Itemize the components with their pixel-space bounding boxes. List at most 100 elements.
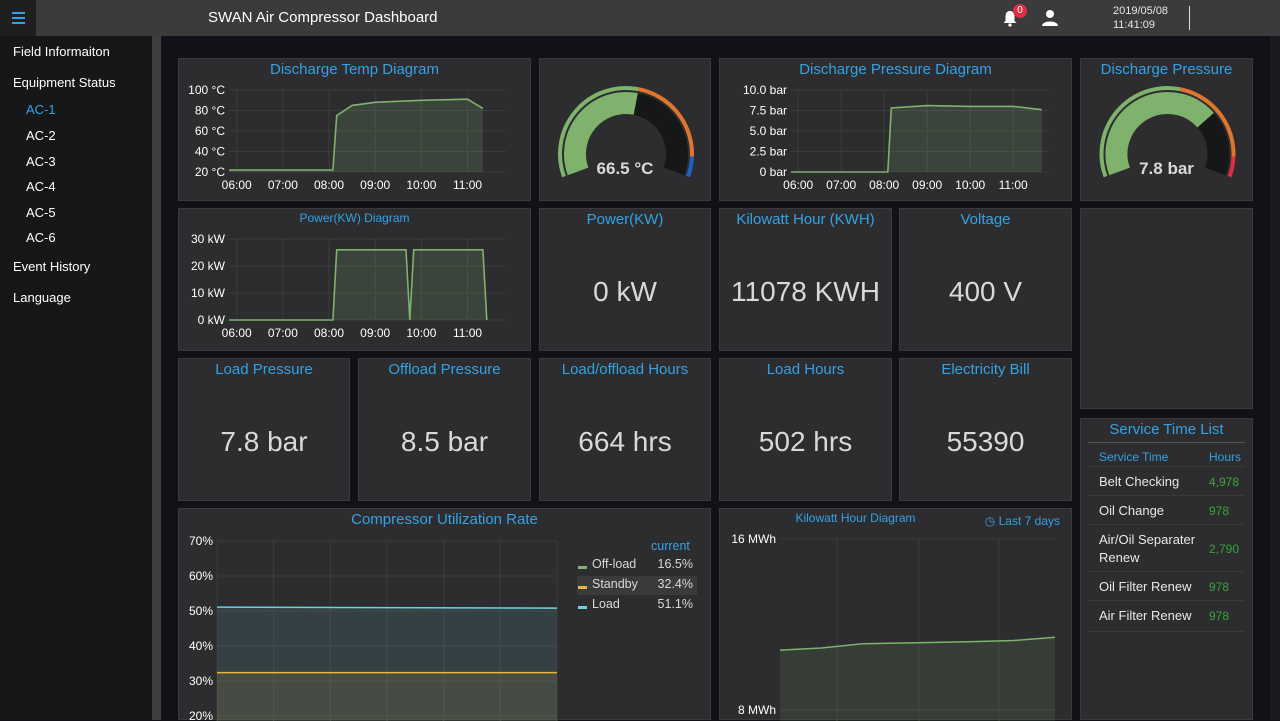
legend-value: 51.1% [657, 597, 693, 611]
x-tick-label: 09:00 [912, 178, 942, 192]
x-tick-label: 08:00 [314, 326, 344, 340]
load-line [216, 606, 558, 609]
menu-icon-bar [12, 22, 25, 24]
y-tick-label: 2.5 bar [750, 145, 787, 159]
pressure-gauge-value: 7.8 bar [1139, 159, 1194, 178]
x-tick-label: 11:00 [999, 178, 1028, 192]
legend-swatch [578, 566, 587, 569]
series-area [791, 105, 1042, 172]
nav-event-history[interactable]: Event History [13, 259, 90, 274]
nav-ac-3[interactable]: AC-3 [26, 154, 56, 169]
page-scrollbar[interactable] [1270, 36, 1280, 720]
nav-field-information[interactable]: Field Informaiton [13, 44, 110, 59]
service-hours: 978 [1209, 580, 1230, 594]
service-hours: 978 [1209, 609, 1230, 623]
offload-pressure-value: 8.5 bar [400, 426, 489, 457]
legend-offload[interactable]: Off-load 16.5% [577, 556, 697, 575]
discharge-temp-chart: 06:00 07:00 08:00 09:00 10:00 11:00 20 °C 40 °C… [188, 83, 506, 192]
nav-ac-5[interactable]: AC-5 [26, 205, 56, 220]
service-header-line [1088, 442, 1245, 443]
notification-badge: 0 [1013, 4, 1027, 18]
legend-load[interactable]: Load 51.1% [577, 596, 697, 615]
panel-title: Power(KW) [586, 211, 664, 228]
app-title: SWAN Air Compressor Dashboard [208, 9, 438, 26]
legend-name: Standby [592, 577, 638, 591]
panel-title: Load Hours [766, 361, 845, 378]
x-tick-label: 06:00 [222, 178, 252, 192]
y-tick-label: 30 kW [191, 232, 226, 246]
nav-language[interactable]: Language [13, 290, 71, 305]
y-tick-label: 40 °C [195, 145, 225, 159]
x-tick-label: 06:00 [783, 178, 813, 192]
legend-header: current [651, 539, 690, 553]
x-tick-label: 06:00 [222, 326, 252, 340]
top-bar: SWAN Air Compressor Dashboard 0 2019/05/… [0, 0, 1280, 36]
panel-title: Load/offload Hours [561, 361, 689, 378]
load-pressure-value: 7.8 bar [220, 426, 308, 457]
kwh-chart: 8 MWh 16 MWh [731, 532, 1056, 721]
nav-ac-6[interactable]: AC-6 [26, 230, 56, 245]
service-name: Oil Filter Renew [1099, 579, 1192, 594]
y-tick-label: 20 kW [191, 259, 226, 273]
service-row: Oil Change 978 [1088, 495, 1245, 525]
utilization-chart: 20% 30% 40% 50% 60% 70% [189, 534, 558, 721]
service-col-name: Service Time [1099, 450, 1169, 464]
temp-gauge-value: 66.5 °C [596, 159, 654, 178]
legend-value: 32.4% [657, 577, 693, 591]
power-chart: 06:00 07:00 08:00 09:00 10:00 11:00 0 kW 10 kW 2… [191, 232, 506, 340]
electricity-bill-value: 55390 [946, 426, 1025, 457]
x-tick-label: 10:00 [406, 326, 436, 340]
kwh-panel: Kilowatt Hour (KWH) 11078 KWH [719, 208, 892, 351]
panel-title: Kilowatt Hour (KWH) [736, 211, 875, 228]
menu-icon [12, 12, 25, 14]
y-tick-label: 10.0 bar [743, 83, 787, 97]
nav-ac-4[interactable]: AC-4 [26, 179, 56, 194]
y-tick-label: 100 °C [188, 83, 225, 97]
panel-title: Voltage [960, 211, 1011, 228]
x-tick-label: 10:00 [955, 178, 985, 192]
kwh-diagram-panel: Kilowatt Hour Diagram ◷ Last 7 days 8 MW… [719, 508, 1072, 721]
pressure-gauge [1099, 86, 1236, 178]
time-text: 11:41:09 [1113, 19, 1156, 31]
service-hours: 978 [1209, 504, 1230, 518]
legend-standby[interactable]: Standby 32.4% [577, 576, 697, 595]
sidebar: Field Informaiton Equipment Status AC-1 … [0, 36, 152, 720]
x-tick-label: 08:00 [314, 178, 344, 192]
service-row: Air Filter Renew 978 [1088, 600, 1245, 632]
x-tick-label: 09:00 [360, 178, 390, 192]
service-col-hours: Hours [1209, 450, 1242, 464]
offload-pressure-panel: Offload Pressure 8.5 bar [358, 358, 531, 501]
discharge-temp-panel: Discharge Temp Diagram 06:00 07:00 08:00 09… [178, 58, 531, 201]
y-tick-label: 0 kW [198, 313, 226, 327]
service-name: Belt Checking [1099, 474, 1180, 489]
y-tick-label: 80 °C [195, 104, 225, 118]
load-hours-panel: Load Hours 502 hrs [719, 358, 892, 501]
y-tick-label: 60 °C [195, 124, 225, 138]
nav-ac-2[interactable]: AC-2 [26, 128, 56, 143]
service-name: Oil Change [1099, 503, 1165, 518]
header-divider [1189, 6, 1190, 30]
power-value: 0 kW [593, 276, 657, 307]
panel-title: Service Time List [1109, 421, 1224, 438]
nav-equipment-status[interactable]: Equipment Status [13, 75, 116, 90]
y-tick-label: 0 bar [760, 165, 787, 179]
user-icon[interactable] [1041, 9, 1059, 27]
load-hours-value: 502 hrs [758, 426, 853, 457]
service-row: Air/Oil Separater Renew 2,790 [1088, 524, 1245, 572]
load-offload-hours-panel: Load/offload Hours 664 hrs [539, 358, 711, 501]
load-offload-hours-value: 664 hrs [578, 426, 672, 457]
nav-ac-1[interactable]: AC-1 [26, 102, 56, 117]
panel-title: Load Pressure [215, 361, 313, 378]
hamburger-menu-button[interactable] [0, 0, 36, 36]
legend-name: Off-load [592, 557, 637, 571]
x-tick-label: 11:00 [453, 178, 482, 192]
y-tick-label: 60% [189, 569, 213, 583]
x-tick-label: 07:00 [268, 326, 298, 340]
y-tick-label: 7.5 bar [750, 104, 787, 118]
service-row: Oil Filter Renew 978 [1088, 571, 1245, 601]
service-row: Belt Checking 4,978 [1088, 466, 1245, 496]
legend-value: 16.5% [657, 557, 693, 571]
panel-title: Electricity Bill [941, 361, 1030, 378]
datetime: 2019/05/08 11:41:09 [1113, 4, 1168, 32]
legend-swatch [578, 606, 587, 609]
